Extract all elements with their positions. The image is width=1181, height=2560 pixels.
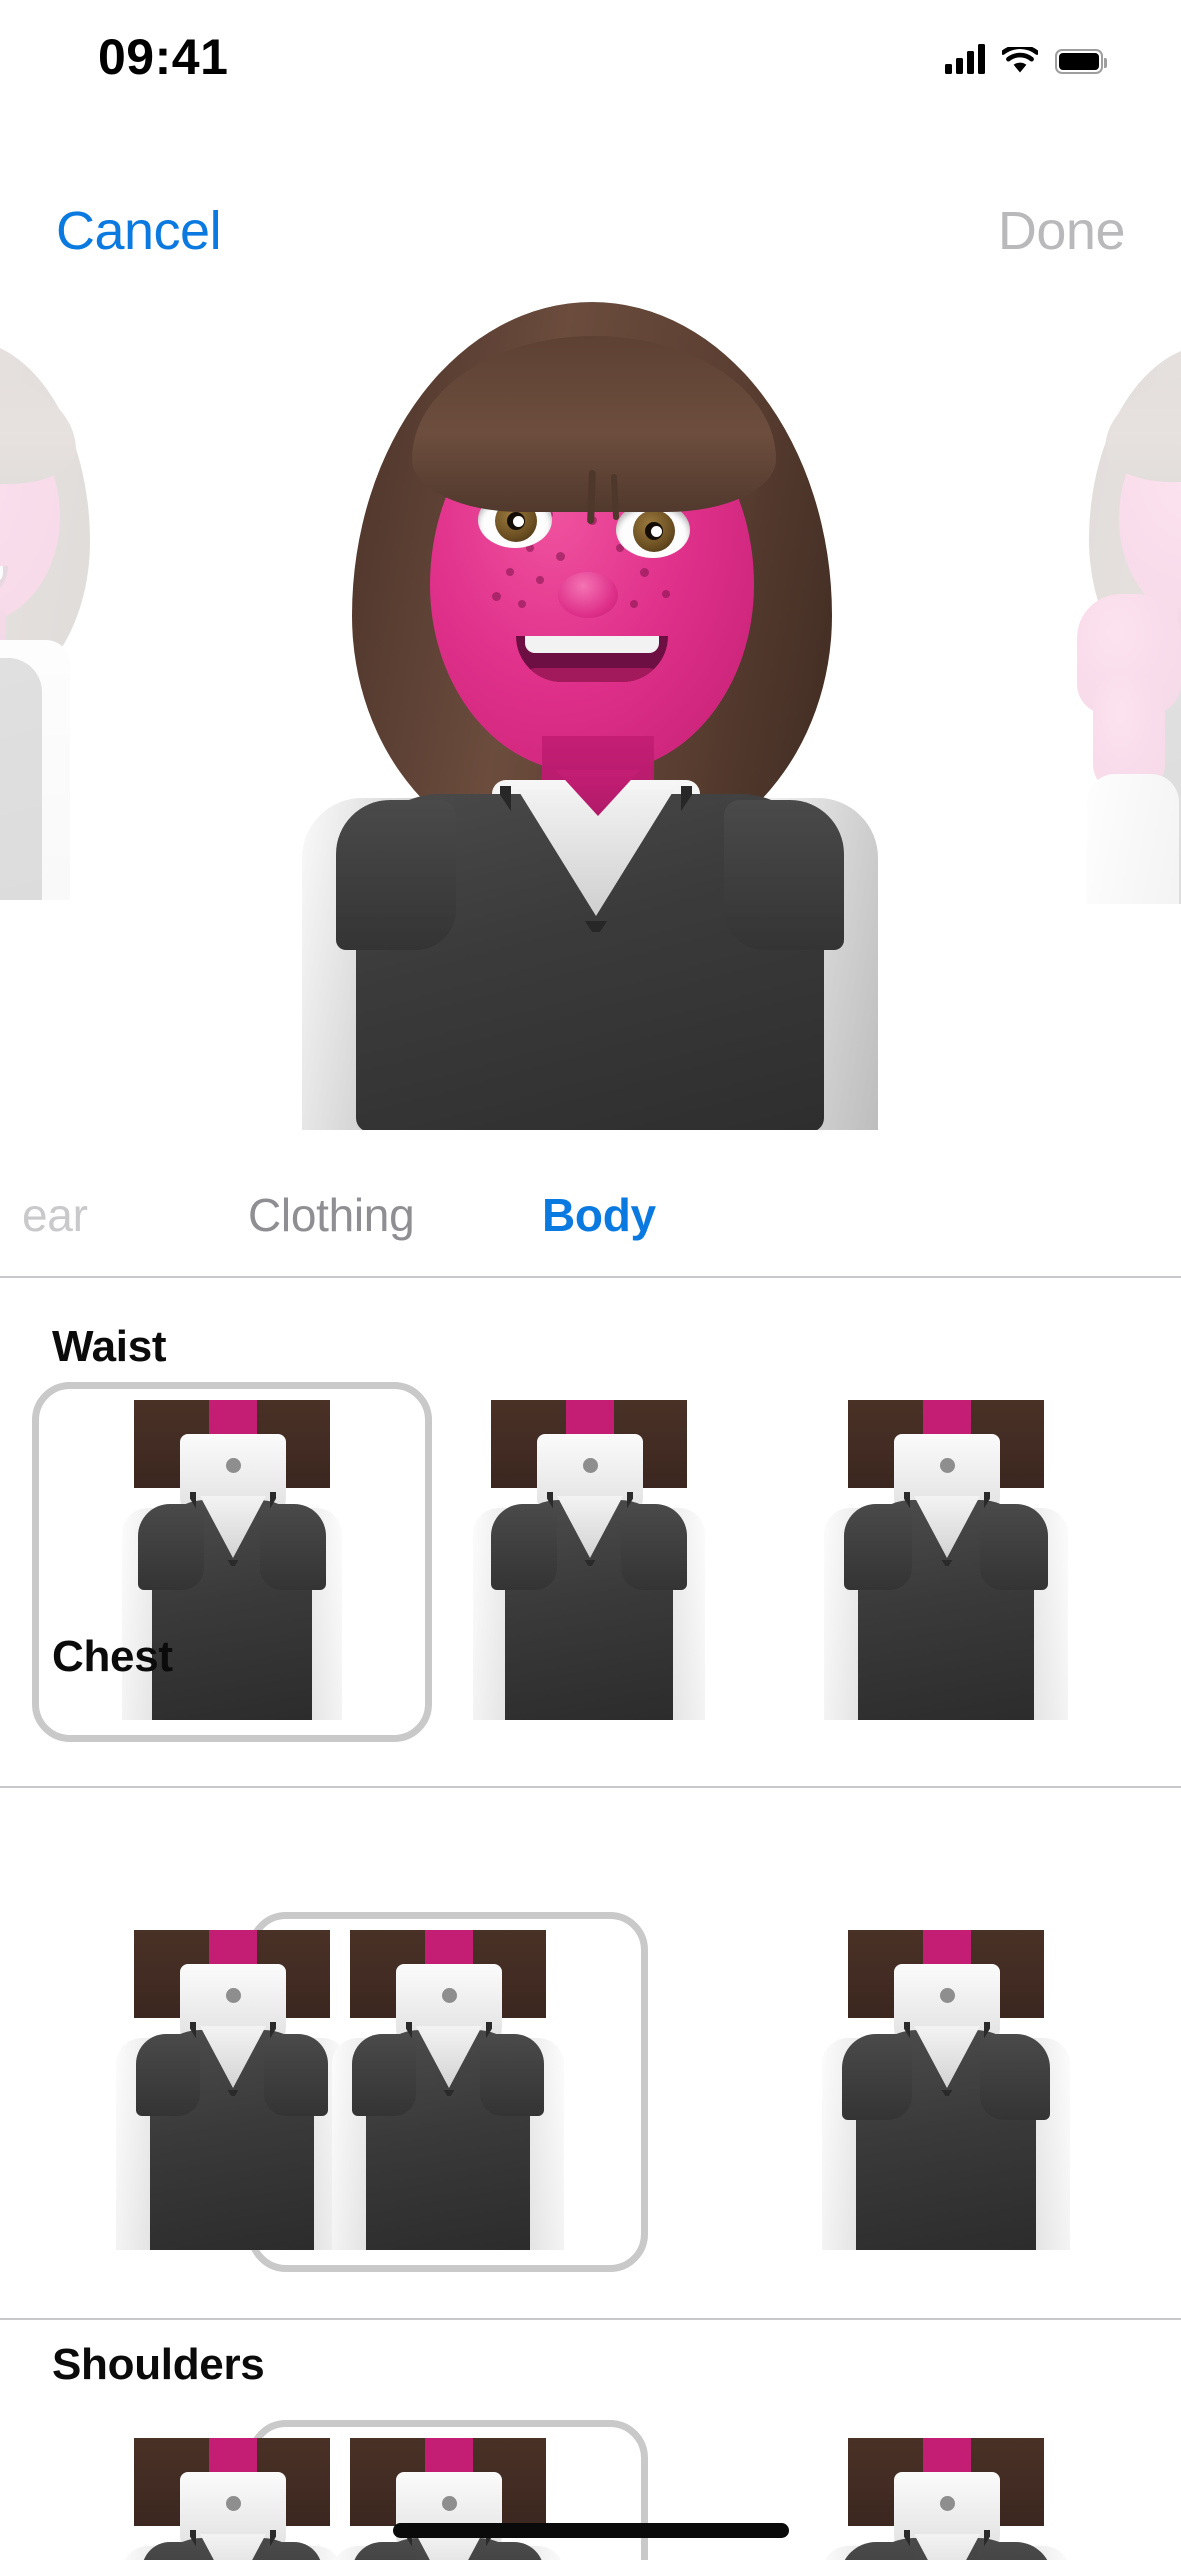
status-bar-time: 09:41 xyxy=(98,29,229,85)
avatar-preview-right-peek[interactable] xyxy=(1067,344,1181,904)
battery-full-icon xyxy=(1055,49,1107,74)
avatar-preview-center[interactable] xyxy=(300,300,880,1130)
home-indicator[interactable] xyxy=(392,2523,789,2538)
section-title-shoulders: Shoulders xyxy=(52,2340,265,2389)
memoji-editor-screen: 09:41 Cancel Done ear Clothing Body Wais… xyxy=(0,0,1181,2560)
tabbar-divider xyxy=(0,1276,1181,1278)
avatar-preview-left-peek[interactable] xyxy=(0,340,110,900)
nav-bar: Cancel Done xyxy=(0,178,1181,298)
wifi-icon xyxy=(1000,44,1040,74)
cancel-button[interactable]: Cancel xyxy=(56,200,222,262)
tab-headwear-partial[interactable]: ear xyxy=(22,1188,88,1242)
chest-option-2[interactable] xyxy=(314,1930,582,2250)
status-bar: 09:41 xyxy=(0,0,1181,105)
avatar-mouth xyxy=(516,636,668,682)
tab-body[interactable]: Body xyxy=(542,1188,656,1242)
shoulders-option-2[interactable] xyxy=(314,2438,582,2560)
avatar-preview-carousel[interactable] xyxy=(0,300,1181,1130)
waist-section-divider xyxy=(0,1786,1181,1788)
tab-clothing[interactable]: Clothing xyxy=(248,1188,415,1242)
section-title-waist: Waist xyxy=(52,1322,167,1371)
shoulders-option-3[interactable] xyxy=(812,2438,1080,2560)
waist-option-2[interactable] xyxy=(455,1400,723,1720)
done-button[interactable]: Done xyxy=(998,200,1126,262)
chest-option-3[interactable] xyxy=(812,1930,1080,2250)
status-bar-indicators xyxy=(945,32,1107,74)
cellular-bars-icon xyxy=(945,44,985,74)
category-tab-bar[interactable]: ear Clothing Body xyxy=(0,1160,1181,1277)
waist-option-3[interactable] xyxy=(812,1400,1080,1720)
chest-section-divider xyxy=(0,2318,1181,2320)
avatar-nose xyxy=(558,572,618,618)
section-title-chest: Chest xyxy=(52,1632,173,1681)
